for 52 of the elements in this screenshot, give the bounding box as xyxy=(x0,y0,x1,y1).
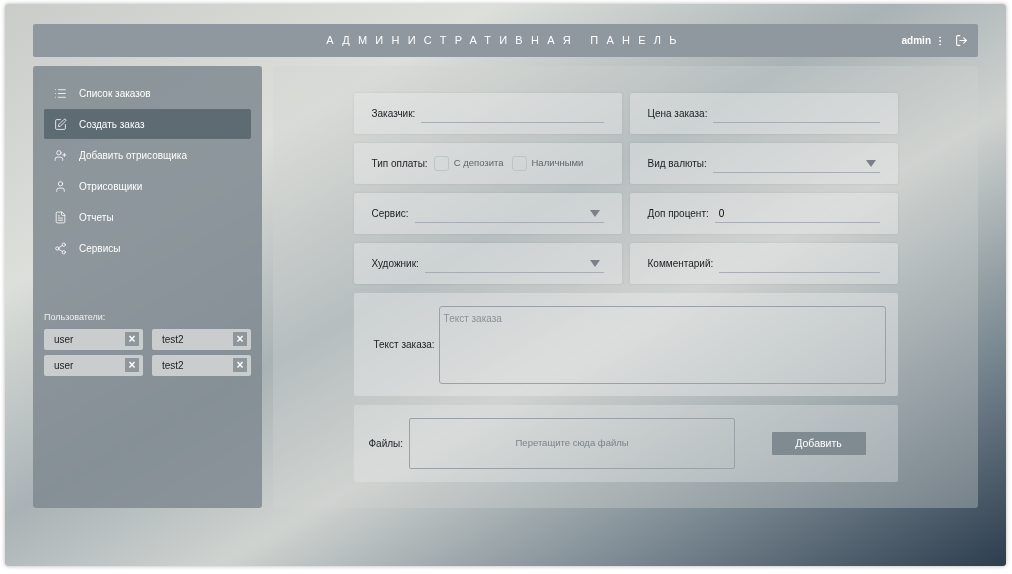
field-label: Сервис: xyxy=(371,207,409,221)
remove-button[interactable]: × xyxy=(233,332,247,346)
field-label: Файлы: xyxy=(368,437,404,451)
file-drop-zone[interactable]: Перетащите сюда файлы xyxy=(409,418,736,469)
field-label: Текст заказа: xyxy=(373,338,435,352)
add-button[interactable]: Добавить xyxy=(771,432,866,455)
nodes-icon xyxy=(54,241,67,255)
dropdown-caret-icon xyxy=(589,259,600,267)
checkbox-label: С депозита xyxy=(453,156,504,171)
sidebar-item[interactable]: Создать заказ xyxy=(44,109,251,139)
user-name: user xyxy=(54,358,74,373)
sidebar-label: Список заказов xyxy=(79,86,151,101)
remove-button[interactable]: × xyxy=(125,332,139,346)
field-label: Доп процент: xyxy=(647,207,709,221)
field-label: Вид валюты: xyxy=(647,157,707,171)
user-name: test2 xyxy=(162,332,184,347)
field-value: 0 xyxy=(717,206,726,221)
field-label: Художник: xyxy=(371,257,419,271)
sidebar-item[interactable]: Отчеты xyxy=(44,202,251,232)
dropdown-caret-icon xyxy=(865,159,876,167)
user-name: user xyxy=(54,332,74,347)
sidebar-label: Отчеты xyxy=(79,210,114,225)
edit-icon xyxy=(54,117,67,131)
drop-hint: Перетащите сюда файлы xyxy=(515,436,629,451)
user-icon xyxy=(54,179,67,193)
sidebar-label: Добавить отрисовщика xyxy=(79,148,187,163)
logout-icon[interactable] xyxy=(955,34,968,47)
dropdown-caret-icon xyxy=(589,209,600,217)
checkbox[interactable] xyxy=(433,156,449,171)
input-field[interactable]: 0 xyxy=(714,204,880,223)
username: admin xyxy=(901,34,931,48)
checkbox-label: Наличными xyxy=(531,156,584,171)
field-label: Цена заказа: xyxy=(647,107,708,121)
sidebar-label: Отрисовщики xyxy=(79,179,143,194)
field-label: Тип оплаты: xyxy=(371,157,428,171)
field-label: Заказчик: xyxy=(371,107,416,121)
users-heading: Пользователи: xyxy=(44,311,107,324)
remove-button[interactable]: × xyxy=(125,358,139,372)
sidebar-item[interactable]: Сервисы xyxy=(44,233,251,263)
sidebar-item[interactable]: Список заказов xyxy=(44,78,251,108)
list-icon xyxy=(54,86,67,100)
remove-button[interactable]: × xyxy=(233,358,247,372)
sidebar-item[interactable]: Добавить отрисовщика xyxy=(44,140,251,170)
user-name: test2 xyxy=(162,358,184,373)
sidebar-label: Сервисы xyxy=(79,241,121,256)
sidebar-item[interactable]: Отрисовщики xyxy=(44,171,251,201)
page-title: АДМИНИСТРАТИВНАЯ ПАНЕЛЬ xyxy=(326,33,685,49)
document-icon xyxy=(54,210,67,224)
user-add-icon xyxy=(54,148,67,162)
sidebar-label: Создать заказ xyxy=(79,117,145,132)
field-label: Комментарий: xyxy=(647,257,714,271)
text-area[interactable]: Текст заказа xyxy=(438,305,886,384)
